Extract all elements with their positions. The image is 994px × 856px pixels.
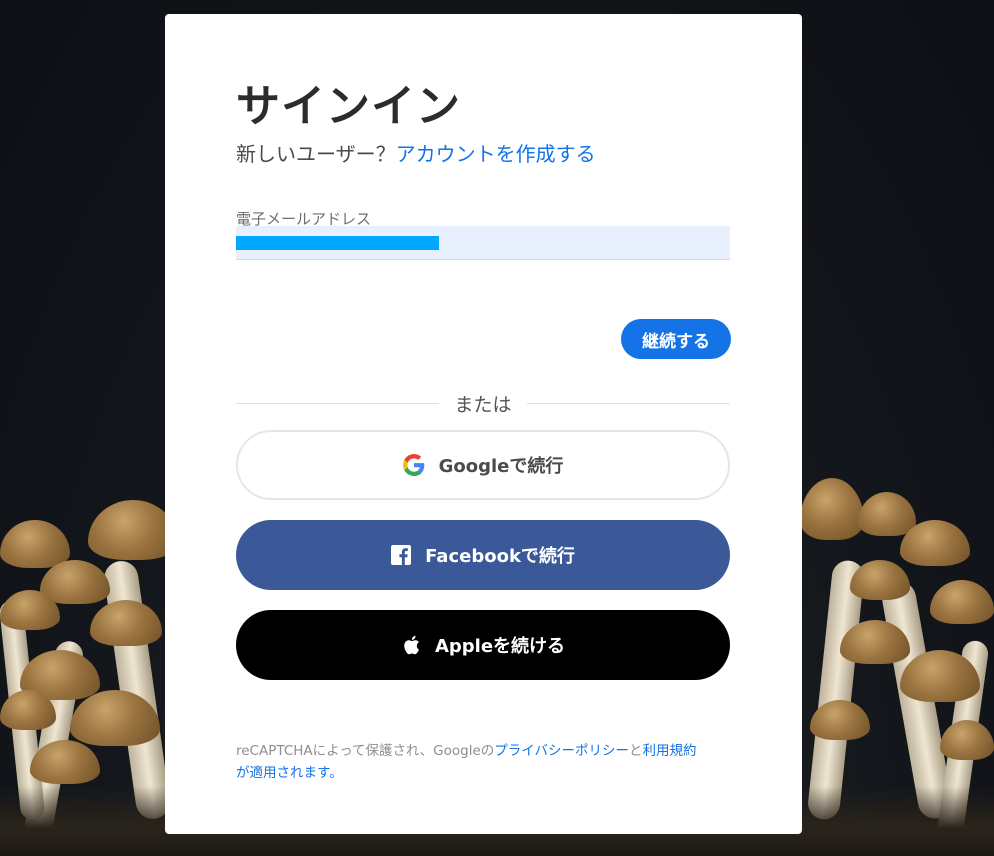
mushroom-cap [0, 520, 70, 568]
recaptcha-prefix: reCAPTCHAによって保護され、Googleの [236, 743, 495, 759]
divider-line [527, 403, 730, 404]
new-user-prompt: 新しいユーザー？アカウントを作成する [236, 138, 596, 167]
terms-link[interactable]: 利用規約 [643, 743, 697, 759]
facebook-signin-button[interactable]: Facebookで続行 [236, 520, 730, 590]
redaction-bar [236, 236, 439, 250]
recaptcha-notice: reCAPTCHAによって保護され、Googleのプライバシーポリシーと利用規約… [236, 740, 736, 784]
mushroom-cap [800, 478, 864, 540]
apple-icon [401, 634, 421, 656]
continue-button[interactable]: 継続する [621, 319, 731, 359]
signin-card: サインイン 新しいユーザー？アカウントを作成する 電子メールアドレス 継続する … [165, 14, 802, 834]
create-account-link[interactable]: アカウントを作成する [396, 142, 596, 166]
recaptcha-and: と [629, 743, 643, 759]
new-user-text: 新しいユーザー？ [236, 142, 396, 166]
facebook-button-label: Facebookで続行 [425, 546, 575, 567]
apple-button-label: Appleを続ける [434, 636, 566, 657]
mushroom-stem [806, 559, 866, 821]
google-icon [402, 454, 425, 476]
mushroom-cap [858, 492, 916, 536]
facebook-icon [391, 545, 412, 565]
mushroom-cap [930, 580, 994, 624]
mushroom-cap [940, 720, 994, 760]
page-title: サインイン [236, 81, 461, 132]
mushroom-cap [90, 600, 162, 646]
privacy-policy-link[interactable]: プライバシーポリシー [494, 743, 629, 759]
or-divider: または [236, 390, 730, 416]
apple-signin-button[interactable]: Appleを続ける [236, 610, 730, 680]
google-signin-button[interactable]: Googleで続行 [236, 430, 730, 500]
google-button-label: Googleで続行 [438, 456, 564, 477]
applies-text: が適用されます。 [236, 765, 343, 781]
